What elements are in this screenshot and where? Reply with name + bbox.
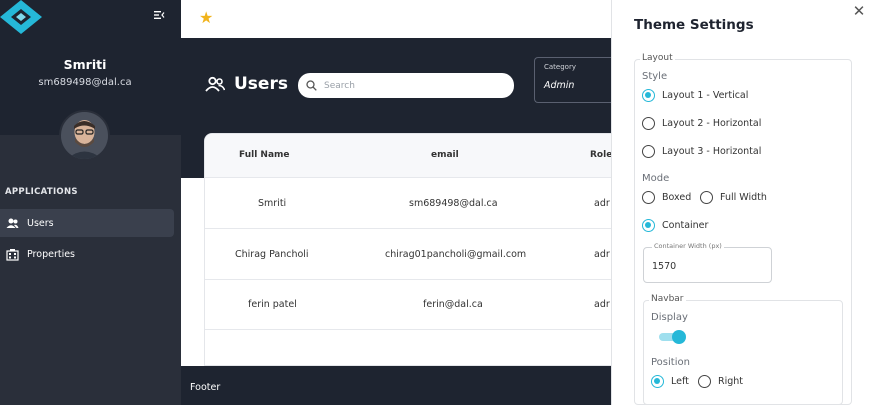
- radio-label: Layout 1 - Vertical: [662, 90, 749, 101]
- radio-dot: [700, 191, 713, 204]
- category-select[interactable]: Category Admin: [534, 57, 611, 103]
- cell-email: ferin@dal.ca: [423, 299, 483, 310]
- radio-label: Layout 3 - Horizontal: [662, 146, 762, 157]
- panel-title: Theme Settings: [634, 17, 754, 33]
- close-icon[interactable]: ✕: [851, 2, 867, 20]
- category-label: Category: [544, 63, 576, 71]
- search-box[interactable]: [298, 73, 514, 98]
- container-width-field[interactable]: Container Width (px) 1570: [643, 242, 772, 283]
- avatar[interactable]: [59, 110, 110, 161]
- collapse-menu-icon[interactable]: [153, 9, 165, 21]
- category-value: Admin: [544, 80, 575, 91]
- sidebar-item-label: Users: [27, 217, 54, 229]
- search-input[interactable]: [324, 80, 494, 91]
- sidebar: Smriti sm689498@dal.ca APPLICATIONS User…: [0, 0, 181, 405]
- display-label: Display: [651, 312, 688, 323]
- cell-full-name: ferin patel: [248, 299, 297, 310]
- sidebar-item-label: Properties: [27, 248, 76, 260]
- radio-label: Layout 2 - Horizontal: [662, 118, 762, 129]
- radio-dot: [651, 375, 664, 388]
- user-name: Smriti: [63, 57, 107, 72]
- footer-text: Footer: [190, 382, 221, 393]
- table-header: Full Name email Role: [205, 134, 611, 178]
- building-icon: [6, 248, 19, 261]
- radio-label: Right: [718, 376, 744, 387]
- cell-email: chirag01pancholi@gmail.com: [385, 249, 527, 260]
- user-email: sm689498@dal.ca: [38, 77, 132, 88]
- radio-position-left[interactable]: Left: [651, 375, 689, 388]
- container-width-value: 1570: [652, 261, 677, 272]
- radio-label: Boxed: [662, 192, 692, 203]
- display-toggle[interactable]: [659, 330, 686, 344]
- top-bar: ★: [181, 0, 611, 38]
- users-table: Full Name email Role Smriti sm689498@dal…: [204, 133, 611, 366]
- radio-mode-boxed[interactable]: Boxed: [642, 191, 691, 204]
- radio-position-right[interactable]: Right: [698, 375, 743, 388]
- style-label: Style: [642, 71, 668, 82]
- radio-dot: [642, 191, 655, 204]
- theme-settings-panel: Theme Settings ✕ Layout Style Layout 1 -…: [611, 0, 873, 405]
- applications-section-label: APPLICATIONS: [5, 187, 78, 197]
- cell-full-name: Smriti: [258, 198, 287, 209]
- radio-label: Left: [671, 376, 689, 387]
- column-header-role[interactable]: Role: [590, 150, 611, 160]
- radio-dot: [642, 117, 655, 130]
- radio-mode-container[interactable]: Container: [642, 219, 708, 232]
- avatar-portrait-icon: [61, 112, 108, 159]
- column-header-email[interactable]: email: [431, 150, 459, 160]
- layout-legend: Layout: [640, 53, 675, 63]
- page-title: Users: [205, 74, 288, 94]
- navbar-legend: Navbar: [649, 294, 686, 304]
- search-icon: [306, 80, 317, 91]
- toggle-knob: [672, 330, 686, 344]
- radio-label: Full Width: [720, 192, 767, 203]
- page-title-text: Users: [234, 74, 288, 94]
- sidebar-item-users[interactable]: Users: [0, 209, 174, 237]
- radio-dot: [642, 89, 655, 102]
- radio-dot: [642, 145, 655, 158]
- cell-full-name: Chirag Pancholi: [235, 249, 309, 260]
- users-icon: [6, 218, 19, 228]
- radio-layout-2-horizontal[interactable]: Layout 2 - Horizontal: [642, 117, 761, 130]
- cell-role: adr: [594, 249, 610, 260]
- container-width-label: Container Width (px): [652, 242, 724, 250]
- footer: Footer: [181, 366, 611, 405]
- radio-layout-3-horizontal[interactable]: Layout 3 - Horizontal: [642, 145, 761, 158]
- table-row[interactable]: Smriti sm689498@dal.ca adr: [205, 179, 611, 229]
- radio-mode-full-width[interactable]: Full Width: [700, 191, 767, 204]
- radio-dot: [698, 375, 711, 388]
- sidebar-item-properties[interactable]: Properties: [0, 240, 174, 268]
- cell-email: sm689498@dal.ca: [409, 198, 498, 209]
- position-label: Position: [651, 357, 690, 368]
- users-icon: [205, 76, 225, 92]
- radio-dot: [642, 219, 655, 232]
- cell-role: adr: [594, 299, 610, 310]
- table-row[interactable]: ferin patel ferin@dal.ca adr: [205, 280, 611, 330]
- column-header-full-name[interactable]: Full Name: [239, 150, 290, 160]
- cell-role: adr: [594, 198, 610, 209]
- star-icon[interactable]: ★: [199, 8, 213, 27]
- radio-label: Container: [662, 220, 709, 231]
- mode-label: Mode: [642, 173, 670, 184]
- radio-layout-1-vertical[interactable]: Layout 1 - Vertical: [642, 89, 748, 102]
- logo-icon[interactable]: [0, 0, 42, 38]
- table-row[interactable]: Chirag Pancholi chirag01pancholi@gmail.c…: [205, 230, 611, 280]
